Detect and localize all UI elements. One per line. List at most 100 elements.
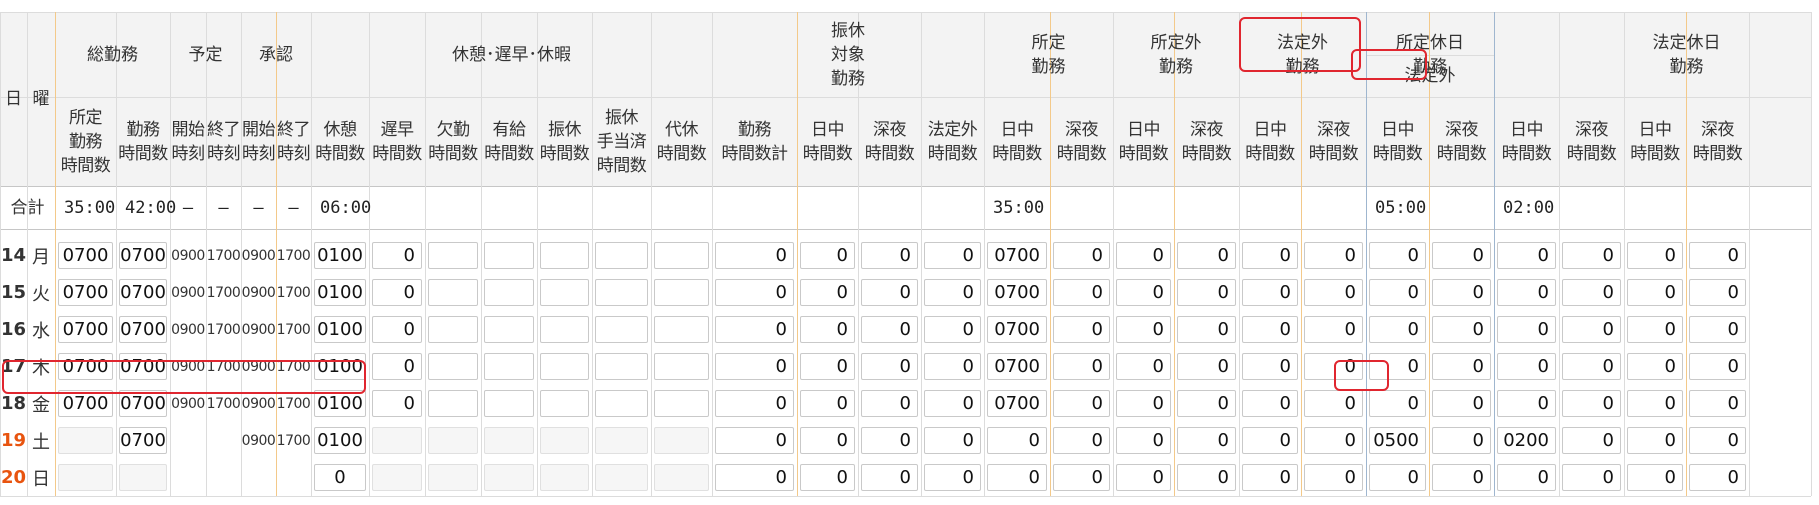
input-cell[interactable]: 0 [861,242,918,269]
input-cell[interactable]: 0 [800,464,855,491]
input-cell[interactable]: 0 [715,390,794,417]
input-cell[interactable]: 0 [1116,316,1171,343]
input-cell[interactable] [654,390,709,417]
input-cell[interactable] [540,353,589,380]
input-cell[interactable]: 0 [1562,316,1621,343]
input-cell[interactable] [595,464,648,491]
input-cell[interactable]: 0 [372,316,422,343]
input-cell[interactable] [428,427,478,454]
input-cell[interactable]: 0 [1116,464,1171,491]
input-cell[interactable]: 0 [1053,279,1110,306]
input-cell[interactable]: 0 [1562,464,1621,491]
input-cell[interactable]: 0 [1689,242,1746,269]
input-cell[interactable]: 0700 [58,316,113,343]
input-cell[interactable]: 0200 [1497,427,1556,454]
input-cell[interactable]: 0 [861,427,918,454]
input-cell[interactable]: 0100 [314,427,366,454]
input-cell[interactable]: 0 [924,242,981,269]
input-cell[interactable]: 0 [924,279,981,306]
input-cell[interactable]: 0 [1562,427,1621,454]
input-cell[interactable]: 0 [861,279,918,306]
input-cell[interactable]: 0 [715,279,794,306]
input-cell[interactable]: 0700 [119,390,167,417]
input-cell[interactable]: 0700 [119,427,167,454]
input-cell[interactable]: 0700 [987,353,1047,380]
input-cell[interactable]: 0700 [58,390,113,417]
input-cell[interactable]: 0 [1116,353,1171,380]
input-cell[interactable]: 0 [1497,279,1556,306]
input-cell[interactable]: 0 [1242,316,1298,343]
input-cell[interactable]: 0 [314,464,366,491]
input-cell[interactable]: 0 [800,279,855,306]
input-cell[interactable]: 0 [1369,464,1426,491]
input-cell[interactable]: 0 [1369,316,1426,343]
input-cell[interactable]: 0 [861,464,918,491]
input-cell[interactable]: 0 [1562,242,1621,269]
input-cell[interactable] [428,279,478,306]
input-cell[interactable] [428,390,478,417]
input-cell[interactable]: 0 [1304,390,1363,417]
input-cell[interactable]: 0 [800,427,855,454]
input-cell[interactable]: 0 [987,427,1047,454]
input-cell[interactable]: 0 [924,427,981,454]
input-cell[interactable]: 0 [1689,464,1746,491]
input-cell[interactable]: 0 [372,279,422,306]
input-cell[interactable] [58,427,113,454]
input-cell[interactable]: 0 [1432,464,1491,491]
input-cell[interactable] [654,464,709,491]
input-cell[interactable]: 0700 [119,279,167,306]
input-cell[interactable]: 0 [1177,427,1236,454]
input-cell[interactable]: 0 [1562,279,1621,306]
input-cell[interactable]: 0 [800,316,855,343]
input-cell[interactable] [595,427,648,454]
input-cell[interactable]: 0 [1242,353,1298,380]
input-cell[interactable] [484,353,534,380]
input-cell[interactable] [540,390,589,417]
input-cell[interactable]: 0 [1242,390,1298,417]
input-cell[interactable]: 0700 [119,316,167,343]
input-cell[interactable] [654,279,709,306]
input-cell[interactable]: 0 [1369,390,1426,417]
input-cell[interactable] [58,464,113,491]
input-cell[interactable]: 0 [800,353,855,380]
input-cell[interactable]: 0 [1116,279,1171,306]
input-cell[interactable]: 0 [1304,464,1363,491]
input-cell[interactable]: 0 [924,464,981,491]
input-cell[interactable]: 0 [1053,242,1110,269]
input-cell[interactable]: 0 [1304,427,1363,454]
input-cell[interactable]: 0 [861,316,918,343]
input-cell[interactable] [484,390,534,417]
input-cell[interactable]: 0 [924,353,981,380]
input-cell[interactable]: 0 [1304,316,1363,343]
input-cell[interactable]: 0 [1304,279,1363,306]
input-cell[interactable]: 0 [1432,353,1491,380]
input-cell[interactable]: 0 [1627,390,1683,417]
input-cell[interactable] [484,242,534,269]
input-cell[interactable]: 0 [1177,316,1236,343]
input-cell[interactable]: 0 [1689,390,1746,417]
input-cell[interactable]: 0 [1627,279,1683,306]
input-cell[interactable]: 0 [1053,464,1110,491]
input-cell[interactable] [654,353,709,380]
input-cell[interactable]: 0 [1432,279,1491,306]
input-cell[interactable]: 0 [715,464,794,491]
input-cell[interactable]: 0 [1177,390,1236,417]
input-cell[interactable]: 0100 [314,390,366,417]
input-cell[interactable]: 0 [1627,316,1683,343]
input-cell[interactable]: 0 [861,390,918,417]
input-cell[interactable]: 0 [987,464,1047,491]
input-cell[interactable] [595,353,648,380]
input-cell[interactable]: 0100 [314,242,366,269]
input-cell[interactable]: 0 [1689,353,1746,380]
input-cell[interactable]: 0700 [987,316,1047,343]
input-cell[interactable]: 0 [800,242,855,269]
input-cell[interactable] [654,316,709,343]
input-cell[interactable]: 0 [1497,353,1556,380]
input-cell[interactable] [428,353,478,380]
input-cell[interactable]: 0 [1177,464,1236,491]
input-cell[interactable] [540,464,589,491]
input-cell[interactable]: 0 [372,390,422,417]
input-cell[interactable] [428,316,478,343]
input-cell[interactable]: 0 [1627,464,1683,491]
input-cell[interactable] [372,464,422,491]
